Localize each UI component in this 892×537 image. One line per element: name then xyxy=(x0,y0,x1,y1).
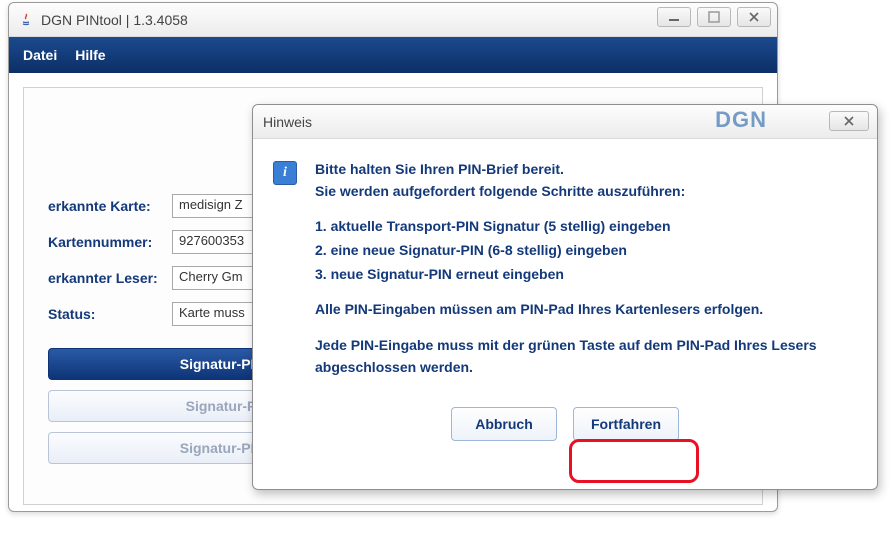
number-label: Kartennummer: xyxy=(48,234,172,250)
msg-step1: 1. aktuelle Transport-PIN Signatur (5 st… xyxy=(315,216,855,238)
msg-note2: Jede PIN-Eingabe muss mit der grünen Tas… xyxy=(315,335,855,378)
card-label: erkannte Karte: xyxy=(48,198,172,214)
dialog-close-button[interactable] xyxy=(829,111,869,131)
maximize-button[interactable] xyxy=(697,7,731,27)
dialog-body: i Bitte halten Sie Ihren PIN-Brief berei… xyxy=(253,139,877,407)
dialog-buttons: Abbruch Fortfahren xyxy=(253,407,877,459)
info-icon: i xyxy=(273,161,297,185)
status-label: Status: xyxy=(48,306,172,322)
menu-help[interactable]: Hilfe xyxy=(75,47,105,63)
menu-file[interactable]: Datei xyxy=(23,47,57,63)
continue-button[interactable]: Fortfahren xyxy=(573,407,679,441)
dialog-message: Bitte halten Sie Ihren PIN-Brief bereit.… xyxy=(315,159,855,393)
dialog-title-text: Hinweis xyxy=(263,114,312,130)
titlebar: DGN PINtool | 1.3.4058 xyxy=(9,3,777,37)
cancel-button[interactable]: Abbruch xyxy=(451,407,557,441)
java-icon xyxy=(17,11,35,29)
window-controls xyxy=(657,7,771,27)
hint-dialog: Hinweis DGN i Bitte halten Sie Ihren PIN… xyxy=(252,104,878,490)
msg-line1: Bitte halten Sie Ihren PIN-Brief bereit. xyxy=(315,161,564,177)
dgn-logo: DGN xyxy=(715,107,767,133)
msg-note1: Alle PIN-Eingaben müssen am PIN-Pad Ihre… xyxy=(315,299,855,321)
window-title: DGN PINtool | 1.3.4058 xyxy=(41,12,188,28)
reader-label: erkannter Leser: xyxy=(48,270,172,286)
menubar: Datei Hilfe xyxy=(9,37,777,73)
close-button[interactable] xyxy=(737,7,771,27)
msg-step3: 3. neue Signatur-PIN erneut eingeben xyxy=(315,264,855,286)
msg-step2: 2. eine neue Signatur-PIN (6-8 stellig) … xyxy=(315,240,855,262)
dialog-titlebar: Hinweis DGN xyxy=(253,105,877,139)
msg-line2: Sie werden aufgefordert folgende Schritt… xyxy=(315,183,685,199)
minimize-button[interactable] xyxy=(657,7,691,27)
